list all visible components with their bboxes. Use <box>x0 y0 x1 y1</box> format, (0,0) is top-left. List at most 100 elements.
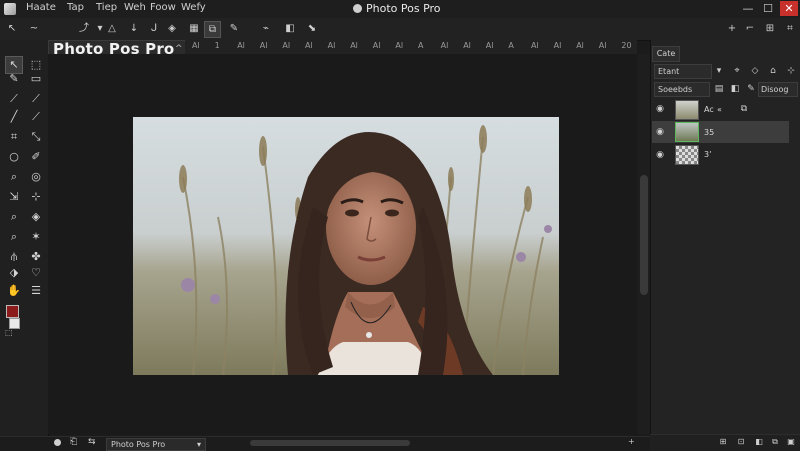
ruler-label: Al <box>576 41 584 50</box>
document-close-icon[interactable]: ^ <box>175 44 183 54</box>
link-icon[interactable]: ⌖ <box>730 64 744 78</box>
plus-icon[interactable]: + <box>724 21 740 37</box>
pen-tool-icon[interactable]: ✎ <box>5 70 23 88</box>
dropper-tool-icon[interactable]: ⟋ <box>5 90 23 108</box>
bucket-tool-icon[interactable]: ◈ <box>27 208 45 226</box>
blend-mode-select[interactable]: Etant <box>654 64 712 79</box>
wave-icon[interactable]: ~ <box>26 21 42 37</box>
layer-thumbnail <box>675 100 699 120</box>
magnifier-tool-icon[interactable]: ⌕ <box>5 208 23 226</box>
fit-icon[interactable]: ⌐ <box>742 21 758 37</box>
wand-icon[interactable]: ⌁ <box>258 21 274 37</box>
line-tool-icon[interactable]: ╱ <box>5 108 23 126</box>
trash-icon[interactable]: ▣ <box>786 437 796 447</box>
ruler-label: Al <box>192 41 200 50</box>
mask-layer-icon[interactable]: ⌂ <box>766 64 780 78</box>
grid-icon[interactable]: ⊞ <box>762 21 778 37</box>
page-icon[interactable]: ⎗ <box>70 437 77 447</box>
menu-item-3[interactable]: Tiep <box>96 2 117 13</box>
duplicate-icon[interactable]: ⧉ <box>770 437 780 447</box>
select-icon[interactable]: ⧉ <box>204 21 221 38</box>
curve-icon[interactable]: ᒍ <box>146 21 162 37</box>
menu-item-5[interactable]: Foow <box>150 2 176 13</box>
ruler-label: Al <box>282 41 291 50</box>
layer-mask-icon[interactable]: ⧉ <box>737 102 751 116</box>
sponge-tool-icon[interactable]: ◎ <box>27 168 45 186</box>
layer-row-selected[interactable] <box>652 121 789 143</box>
eye-icon[interactable]: ◉ <box>654 150 666 160</box>
shape-tool-icon[interactable]: ⬗ <box>5 264 23 282</box>
menu-item-2[interactable]: Tap <box>67 2 84 13</box>
minimize-button[interactable]: — <box>740 1 756 16</box>
opacity-select[interactable]: Soeebds <box>654 82 710 97</box>
arrow-down-icon[interactable]: ↓ <box>126 21 142 37</box>
lock-select[interactable]: Disoog <box>758 82 798 97</box>
record-icon[interactable] <box>54 439 61 446</box>
folder-icon[interactable]: ⊡ <box>736 437 746 447</box>
status-selector-label: Photo Pos Pro <box>111 440 166 449</box>
search-tool-icon[interactable]: ⌕ <box>5 168 23 186</box>
mask-icon[interactable]: ◈ <box>164 21 180 37</box>
transform-free-icon[interactable]: ⬊ <box>304 21 320 37</box>
ruler-label: Al <box>237 41 245 50</box>
chevron-down-icon[interactable]: ▾ <box>712 64 726 78</box>
ruler-label: Al <box>440 41 449 50</box>
foreground-color-swatch[interactable] <box>6 305 19 318</box>
eraser-tool-icon[interactable]: ▭ <box>27 70 45 88</box>
layer-row[interactable] <box>652 144 788 166</box>
clone-tool-icon[interactable]: ⊹ <box>27 188 45 206</box>
slice-tool-icon[interactable]: ⤡ <box>27 128 45 146</box>
layer-extra: « <box>717 105 722 114</box>
status-left <box>0 436 48 451</box>
hand-tool-icon[interactable]: ✋ <box>5 282 23 300</box>
lasso-tool-icon[interactable]: ⟋ <box>27 90 45 108</box>
brush-tool-icon[interactable]: ⟋ <box>27 108 45 126</box>
brush-lock-icon[interactable]: ✎ <box>744 82 758 96</box>
gradient-tool-icon[interactable]: ⌕ <box>5 228 23 246</box>
menu-item-6[interactable]: Wefy <box>181 2 206 13</box>
nav-icon[interactable]: ⇆ <box>88 437 96 447</box>
horizontal-scrollbar-thumb[interactable] <box>250 440 410 446</box>
maximize-button[interactable]: ☐ <box>760 1 776 16</box>
vertical-scrollbar-thumb[interactable] <box>640 175 648 295</box>
pointer-icon[interactable]: ↖ <box>4 21 20 37</box>
menu-item-4[interactable]: Weh <box>124 2 146 13</box>
burn-tool-icon[interactable]: ✶ <box>27 228 45 246</box>
status-selector[interactable]: Photo Pos Pro ▾ <box>106 438 206 451</box>
ruler-label: Al <box>598 41 607 50</box>
horizontal-ruler <box>185 40 637 54</box>
pixels-icon[interactable]: ◧ <box>728 82 742 96</box>
eye-icon[interactable]: ◉ <box>654 104 666 114</box>
crop-tool-icon[interactable]: ⌗ <box>5 128 23 146</box>
swap-colors-icon[interactable]: ⬚ <box>5 328 13 337</box>
adjust-icon[interactable]: ◇ <box>748 64 762 78</box>
grid-select-icon[interactable]: ▦ <box>186 21 202 37</box>
ruler-label: A <box>508 41 514 50</box>
smudge-tool-icon[interactable]: ✐ <box>27 148 45 166</box>
zoom-tool-icon[interactable]: ○ <box>5 148 23 166</box>
layer-name: 3ʼ <box>704 150 712 159</box>
layer-thumbnail <box>675 122 699 142</box>
lock-label: Disoog <box>761 85 789 94</box>
adjustment-icon[interactable]: ◧ <box>754 437 764 447</box>
resize-icon[interactable]: + <box>628 437 635 446</box>
brush-icon[interactable]: ✎ <box>226 21 242 37</box>
new-layer-icon[interactable]: ⊞ <box>718 437 728 447</box>
stamp-icon[interactable]: ◧ <box>282 21 298 37</box>
cursor-tool-icon[interactable]: ⇲ <box>5 188 23 206</box>
logo-icon <box>353 4 362 13</box>
heart-tool-icon[interactable]: ♡ <box>27 264 45 282</box>
fx-icon[interactable]: ⊹ <box>784 64 798 78</box>
crop-icon[interactable]: ⌗ <box>782 21 798 37</box>
lock-icon[interactable]: ▤ <box>712 82 726 96</box>
opacity-label: Soeebds <box>658 85 693 94</box>
panel-tab[interactable]: Cate <box>652 46 680 62</box>
triangle-icon[interactable]: △ <box>104 21 120 37</box>
app-icon[interactable] <box>4 3 16 15</box>
menu-item-1[interactable]: Haate <box>26 2 56 13</box>
document-image[interactable] <box>133 117 559 375</box>
note-tool-icon[interactable]: ☰ <box>27 282 45 300</box>
close-button[interactable]: ✕ <box>780 1 798 16</box>
transform-icon[interactable]: ⤴ <box>76 21 92 37</box>
eye-icon[interactable]: ◉ <box>654 127 666 137</box>
